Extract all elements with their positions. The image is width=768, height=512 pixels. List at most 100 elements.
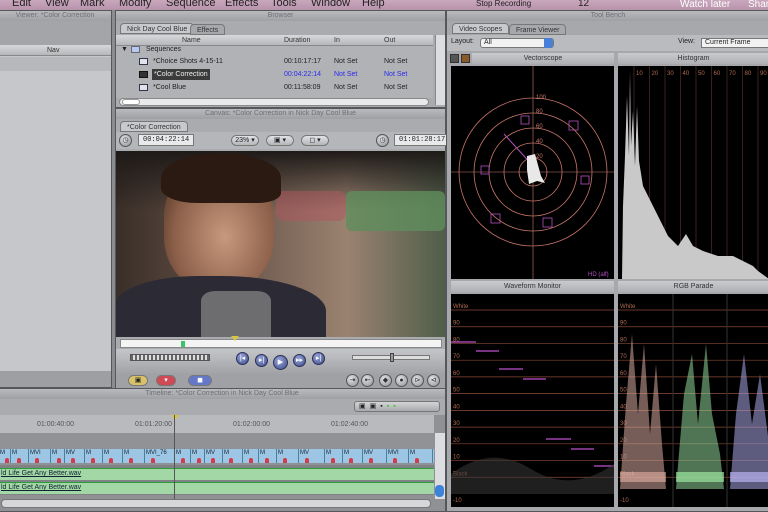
- video-clip[interactable]: MV: [363, 449, 387, 463]
- clip-marker: [415, 458, 419, 463]
- mark-in-button[interactable]: ⊳: [411, 374, 424, 387]
- share-button[interactable]: Shar: [748, 0, 768, 10]
- ring-label: 80: [536, 109, 543, 115]
- video-clip[interactable]: MV: [299, 449, 325, 463]
- tab-video-scopes[interactable]: Video Scopes: [452, 23, 510, 34]
- video-clip[interactable]: M: [103, 449, 123, 463]
- canvas-scrubber[interactable]: [120, 336, 442, 348]
- list-item[interactable]: *Cool Blue 00:11:58:09 Not Set Not Set: [116, 81, 421, 94]
- menu-window[interactable]: Window: [311, 0, 350, 9]
- tab-color-correction[interactable]: *Color Correction: [120, 121, 188, 132]
- waveform-label: Waveform Monitor: [451, 281, 614, 292]
- clip-marker: [331, 458, 335, 463]
- jog-control[interactable]: [352, 353, 430, 362]
- browser-horizontal-scrollbar[interactable]: [119, 98, 429, 106]
- insert-edit-button[interactable]: ▣: [128, 375, 148, 386]
- current-timecode[interactable]: 01:01:28:17: [394, 134, 451, 146]
- video-clip[interactable]: M: [277, 449, 299, 463]
- video-clip[interactable]: MVI: [387, 449, 409, 463]
- play-button[interactable]: ▶: [273, 355, 288, 370]
- audio-clip[interactable]: ld Life Get Any Better.wav: [0, 468, 434, 480]
- tab-effects[interactable]: Effects: [190, 24, 226, 35]
- watch-later-button[interactable]: Watch later: [680, 0, 730, 10]
- menu-tools[interactable]: Tools: [271, 0, 297, 9]
- menu-mark[interactable]: Mark: [80, 0, 104, 9]
- menu-view[interactable]: View: [45, 0, 69, 9]
- viewer-title: Viewer: *Color Correction: [0, 11, 111, 21]
- timeline-horizontal-scrollbar[interactable]: [1, 499, 431, 508]
- clip-marker: [283, 458, 287, 463]
- view-popup[interactable]: ▣ ▾: [266, 135, 294, 146]
- view-select[interactable]: Current Frame: [701, 38, 768, 48]
- vectorscope-label: Vectorscope: [472, 53, 614, 64]
- timeline-toggle-buttons[interactable]: ▣▣▪▪▪: [354, 401, 440, 412]
- video-clip[interactable]: M: [223, 449, 243, 463]
- duration-timecode[interactable]: 00:04:22:14: [138, 134, 195, 146]
- video-clip[interactable]: MVI: [29, 449, 51, 463]
- play-in-to-out-button[interactable]: ▸|: [255, 354, 268, 367]
- video-track[interactable]: M M MVI M MV M M M MVI_76 M M MV M M M M MV M M MV MVI M: [0, 449, 434, 463]
- scope-color-icon[interactable]: [461, 54, 470, 63]
- mark-clip-button[interactable]: ⇤: [361, 374, 374, 387]
- duration-clock-icon: ◷: [119, 134, 132, 147]
- video-clip[interactable]: MVI_76: [145, 449, 175, 463]
- menu-sequence[interactable]: Sequence: [166, 0, 216, 9]
- scope-tick: White: [620, 304, 636, 310]
- menu-help[interactable]: Help: [362, 0, 385, 9]
- list-item-selected[interactable]: *Color Correction 00:04:22:14 Not Set No…: [116, 68, 421, 81]
- replace-edit-button[interactable]: ◼: [188, 375, 212, 386]
- canvas-controls: ◷ 00:04:22:14 23% ▾ ▣ ▾ ◻ ▾ ◷ 01:01:28:1…: [116, 132, 451, 149]
- video-clip[interactable]: M: [123, 449, 145, 463]
- shuttle-control[interactable]: [130, 354, 210, 361]
- ring-label: 40: [536, 139, 543, 145]
- playhead-icon[interactable]: [231, 336, 239, 341]
- timeline-ruler[interactable]: 01:00:40:00 01:01:20:00 01:02:00:00 01:0…: [0, 415, 434, 433]
- layout-select[interactable]: All: [480, 38, 554, 48]
- clip-marker: [91, 458, 95, 463]
- browser-vertical-scrollbar[interactable]: [435, 35, 445, 105]
- timeline-playhead[interactable]: [171, 415, 179, 420]
- clip-marker: [393, 458, 397, 463]
- menu-modify[interactable]: Modify: [119, 0, 151, 9]
- histogram-label: Histogram: [618, 53, 768, 64]
- clip-marker: [181, 458, 185, 463]
- go-to-next-edit-button[interactable]: ▸|: [312, 352, 325, 365]
- tab-frame-viewer[interactable]: Frame Viewer: [509, 24, 567, 35]
- scope-tick: 50: [620, 388, 627, 394]
- audio-clip[interactable]: ld Life Get Any Better.wav: [0, 482, 434, 494]
- histogram-tick: 80: [745, 71, 752, 77]
- video-clip[interactable]: M: [343, 449, 363, 463]
- playhead-line: [174, 415, 175, 499]
- folder-sequences[interactable]: ▼ Sequences: [116, 44, 421, 55]
- scope-option-icon[interactable]: [450, 54, 459, 63]
- menu-effects[interactable]: Effects: [225, 0, 258, 9]
- timeline-vertical-scrollbar[interactable]: [435, 433, 445, 499]
- viewer-window: Viewer: *Color Correction Nav: [0, 10, 112, 388]
- status-badge: 12: [578, 0, 590, 9]
- scope-tick: 30: [453, 421, 460, 427]
- histogram-tick: 60: [714, 71, 721, 77]
- zoom-popup[interactable]: 23% ▾: [231, 135, 259, 146]
- add-marker-button[interactable]: ●: [395, 374, 408, 387]
- stop-recording[interactable]: Stop Recording: [476, 0, 531, 8]
- overlay-popup[interactable]: ◻ ▾: [301, 135, 329, 146]
- video-clip[interactable]: MV: [65, 449, 85, 463]
- overwrite-edit-button[interactable]: ▾: [156, 375, 176, 386]
- ruler-label: 01:01:20:00: [135, 421, 172, 428]
- add-keyframe-button[interactable]: ◆: [379, 374, 392, 387]
- play-around-button[interactable]: ▸▸: [293, 354, 306, 367]
- scope-tick: 90: [620, 321, 627, 327]
- clip-marker: [249, 458, 253, 463]
- menu-edit[interactable]: Edit: [12, 0, 31, 9]
- clip-marker: [71, 458, 75, 463]
- edit-buttons: ▣ ▾ ◼ ⇥ ⇤ ◆ ● ⊳ ⊲: [116, 374, 445, 388]
- match-frame-button[interactable]: ⇥: [346, 374, 359, 387]
- browser-list: ▼ Sequences *Choice Shots 4-15-11 00:10:…: [116, 46, 433, 98]
- tab-nick-day-cool-blue[interactable]: Nick Day Cool Blue: [120, 23, 195, 34]
- video-clip[interactable]: M: [409, 449, 433, 463]
- scope-tick: -10: [453, 498, 462, 504]
- mark-out-button[interactable]: ⊲: [427, 374, 440, 387]
- histogram-tick: 40: [683, 71, 690, 77]
- go-to-previous-edit-button[interactable]: |◂: [236, 352, 249, 365]
- list-item[interactable]: *Choice Shots 4-15-11 00:10:17:17 Not Se…: [116, 55, 421, 68]
